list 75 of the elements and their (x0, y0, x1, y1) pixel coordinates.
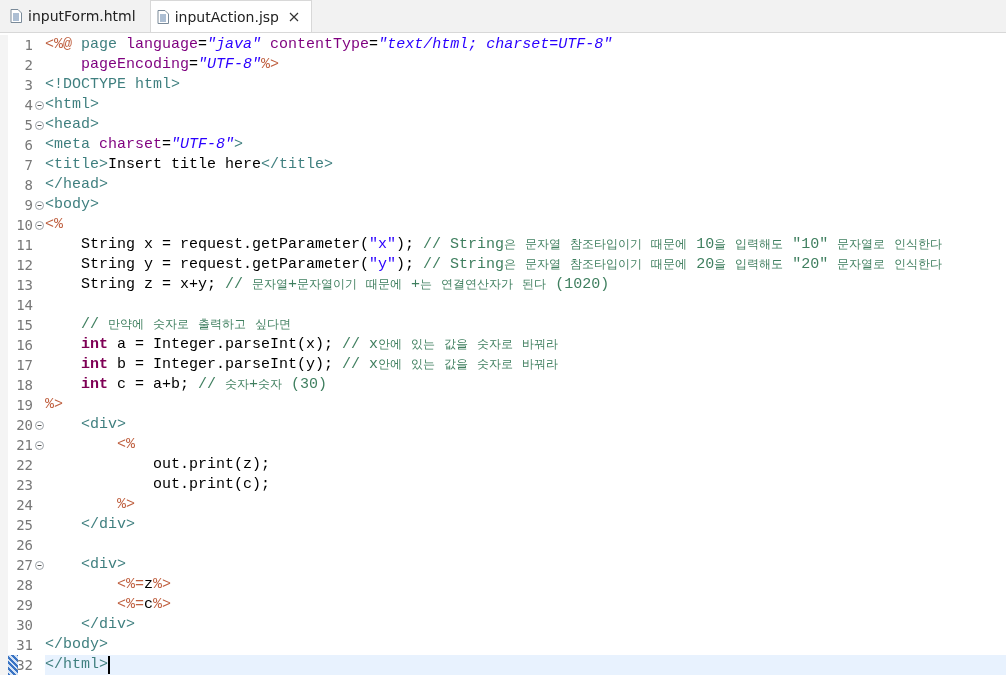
code-line: out.print(z); (152, 455, 271, 475)
code-line: <meta charset="UTF-8"> (45, 135, 244, 155)
collapse-icon[interactable] (35, 420, 44, 430)
line-number: 18 (15, 377, 33, 393)
line-number: 16 (15, 337, 33, 353)
code-line: int c = a+b; // 숫자+숫자 (30) (80, 375, 328, 395)
code-line: %> (45, 395, 63, 415)
line-number: 17 (15, 357, 33, 373)
line-number: 3 (23, 77, 33, 93)
line-number: 6 (23, 137, 33, 153)
code-line: pageEncoding="UTF-8"%> (80, 55, 280, 75)
code-line: </div> (80, 615, 135, 635)
code-line: <%@ page language="java" contentType="text/html; charset=UTF-8" (45, 35, 613, 55)
code-line: <html> (45, 95, 99, 115)
line-number: 28 (15, 577, 33, 593)
line-number: 25 (15, 517, 33, 533)
code-line: </head> (45, 175, 108, 195)
line-number: 21 (15, 437, 33, 453)
line-number: 1 (23, 37, 33, 53)
line-number: 11 (15, 237, 33, 253)
line-number: 22 (15, 457, 33, 473)
code-line: String z = x+y; // 문자열+문자열이기 때문에 +는 연결연산자가 된다 (1020) (80, 275, 610, 295)
code-line: </body> (45, 635, 108, 655)
line-number: 32 (15, 657, 33, 673)
code-line: <div> (80, 415, 126, 435)
code-line: out.print(c); (152, 475, 271, 495)
text-cursor (108, 656, 110, 674)
line-number: 24 (15, 497, 33, 513)
line-number: 13 (15, 277, 33, 293)
code-line: </html> (45, 655, 108, 675)
line-number: 15 (15, 317, 33, 333)
line-number: 4 (23, 97, 33, 113)
code-line: <!DOCTYPE html> (45, 75, 181, 95)
line-number: 14 (15, 297, 33, 313)
code-line: %> (116, 495, 135, 515)
line-number: 8 (23, 177, 33, 193)
code-line: String y = request.getParameter("y"); // String은 문자열 참조타입이기 때문에 20을 입력해도 "20" 문자열로 인식한다 (80, 255, 943, 275)
code-line: <div> (80, 555, 126, 575)
code-line: String x = request.getParameter("x"); // String은 문자열 참조타입이기 때문에 10을 입력해도 "10" 문자열로 인식한다 (80, 235, 943, 255)
line-number: 2 (23, 57, 33, 73)
line-number: 5 (23, 117, 33, 133)
collapse-icon[interactable] (35, 100, 44, 110)
line-number: 29 (15, 597, 33, 613)
line-number: 23 (15, 477, 33, 493)
code-line: <title>Insert title here</title> (45, 155, 334, 175)
code-line: int b = Integer.parseInt(y); // x안에 있는 값을 숫자로 바꿔라 (80, 355, 559, 375)
code-line: int a = Integer.parseInt(x); // x안에 있는 값을 숫자로 바꿔라 (80, 335, 559, 355)
file-icon (156, 9, 169, 24)
collapse-icon[interactable] (35, 220, 44, 230)
code-line: <% (45, 215, 63, 235)
code-line: <% (116, 435, 135, 455)
code-line: <head> (45, 115, 99, 135)
collapse-icon[interactable] (35, 120, 44, 130)
line-number: 20 (15, 417, 33, 433)
line-number: 9 (23, 197, 33, 213)
line-number: 12 (15, 257, 33, 273)
file-icon (10, 9, 22, 23)
code-line: <body> (45, 195, 99, 215)
editor-tab[interactable]: inputForm.html (4, 0, 148, 32)
code-line: <%=z%> (116, 575, 172, 595)
code-line: <%=c%> (116, 595, 172, 615)
collapse-icon[interactable] (35, 560, 44, 570)
editor-tab[interactable]: inputAction.jsp (149, 0, 312, 32)
line-number: 7 (23, 157, 33, 173)
line-number: 10 (15, 217, 33, 233)
line-number: 31 (15, 637, 33, 653)
collapse-icon[interactable] (35, 200, 44, 210)
code-line: // 만약에 숫자로 출력하고 싶다면 (80, 315, 292, 335)
line-number: 19 (15, 397, 33, 413)
collapse-icon[interactable] (35, 440, 44, 450)
line-number: 26 (15, 537, 33, 553)
line-number: 27 (15, 557, 33, 573)
line-number: 30 (15, 617, 33, 633)
close-icon[interactable] (289, 11, 299, 22)
code-line: </div> (80, 515, 135, 535)
